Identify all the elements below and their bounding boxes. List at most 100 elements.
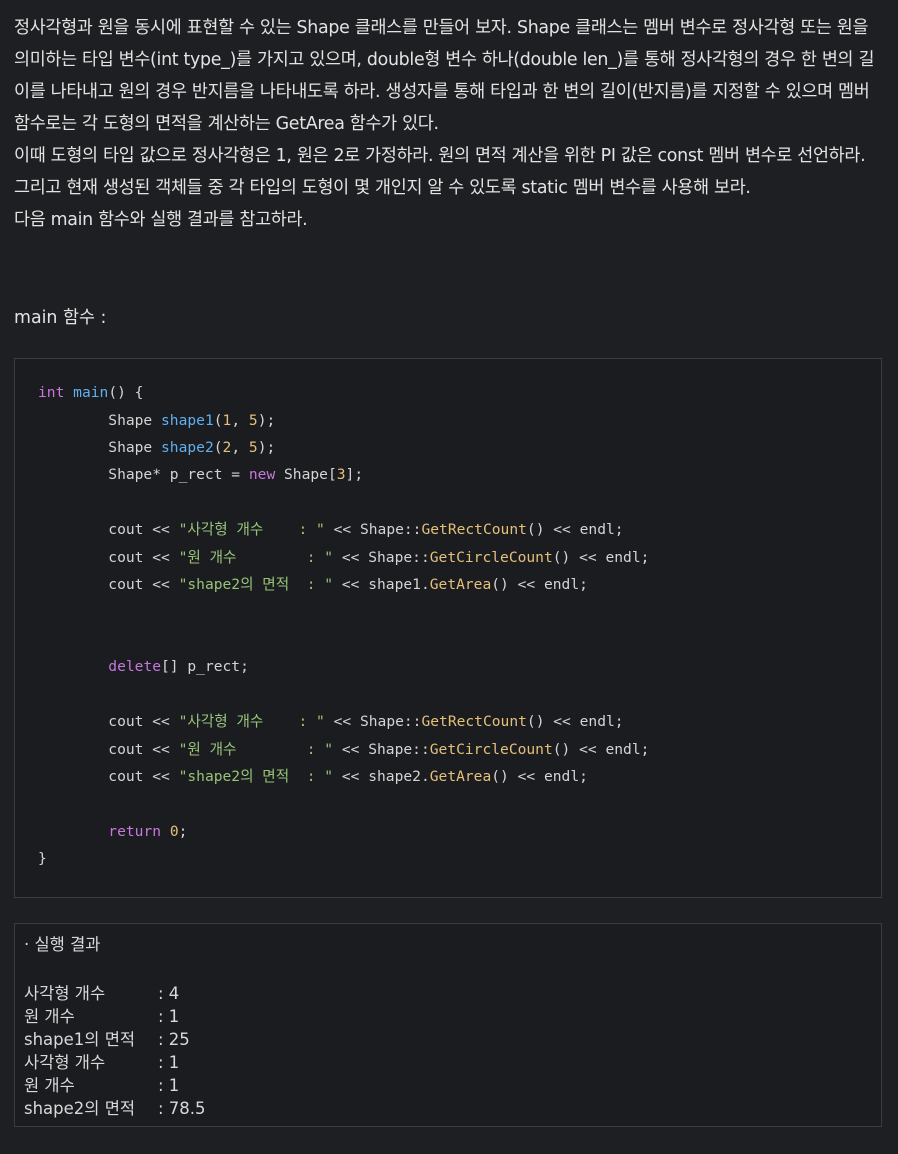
code-line: cout << "원 개수 : " << Shape::GetCircleCou… [38,548,649,568]
code-token: GetCircleCount [429,549,553,566]
problem-description: 정사각형과 원을 동시에 표현할 수 있는 Shape 클래스를 만들어 보자.… [14,12,884,236]
result-label: 원 개수 [24,1007,75,1026]
code-token: Shape[ [275,466,337,483]
code-token: cout << [38,576,179,593]
code-token: cout << [38,768,179,785]
code-token: () << endl; [491,576,588,593]
code-token: GetRectCount [421,521,527,538]
code-token: () << endl; [491,768,588,785]
code-token: cout << [38,741,179,758]
code-line: cout << "사각형 개수 : " << Shape::GetRectCou… [38,520,624,540]
main-function-label: main 함수 : [14,308,107,328]
code-token: ( [213,439,223,456]
result-value: : 78.5 [158,1099,206,1118]
code-token: GetRectCount [421,713,527,730]
code-token: ; [178,823,188,840]
code-token: << Shape:: [324,713,422,730]
code-token: cout << [38,713,179,730]
code-token: () << endl; [552,741,650,758]
description-paragraph-2: 이때 도형의 타입 값으로 정사각형은 1, 원은 2로 가정하라. 원의 면적… [14,146,866,198]
code-token: "원 개수 : " [178,741,334,758]
code-line: Shape shape1(1, 5); [38,411,275,431]
result-label: 사각형 개수 [24,984,106,1003]
result-row: 사각형 개수 : 4 [24,982,179,1005]
code-token: << Shape:: [333,549,430,566]
result-row: 사각형 개수 : 1 [24,1051,179,1074]
code-token: () << endl; [526,713,624,730]
code-line: int main() { [38,383,143,403]
code-token: return [108,823,162,840]
code-line: cout << "shape2의 면적 : " << shape2.GetAre… [38,767,588,787]
result-row: 원 개수 : 1 [24,1074,179,1097]
result-row: shape2의 면적 : 78.5 [24,1097,206,1120]
code-line: cout << "사각형 개수 : " << Shape::GetRectCou… [38,712,624,732]
code-token: ); [257,412,276,429]
code-token: shape1 [161,412,214,429]
result-value: : 1 [158,1007,180,1026]
result-value: : 1 [158,1076,180,1095]
code-token: Shape [38,439,162,456]
result-label: 사각형 개수 [24,1053,106,1072]
code-token: } [38,850,47,867]
code-token: GetArea [429,768,492,785]
description-paragraph-1: 정사각형과 원을 동시에 표현할 수 있는 Shape 클래스를 만들어 보자.… [14,18,875,134]
code-token: 2 [222,439,232,456]
result-value: : 25 [158,1030,190,1049]
code-token: ); [257,439,276,456]
code-token: 5 [248,412,258,429]
code-line: delete[] p_rect; [38,657,249,677]
code-token: "원 개수 : " [178,549,334,566]
code-token: 1 [222,412,232,429]
code-token: 0 [169,823,179,840]
result-row: 원 개수 : 1 [24,1005,179,1028]
code-content: int main() { Shape shape1(1, 5); Shape s… [38,383,649,867]
code-block: int main() { Shape shape1(1, 5); Shape s… [14,358,882,898]
code-token: "사각형 개수 : " [178,521,325,538]
code-token: 3 [336,466,346,483]
code-token: , [231,439,249,456]
code-line: return 0; [38,822,187,842]
code-token: new [248,466,276,483]
code-token: main [73,384,109,401]
code-token: "사각형 개수 : " [178,713,325,730]
execution-result-title: · 실행 결과 [24,935,101,954]
code-token: , [231,412,249,429]
code-token: << Shape:: [324,521,422,538]
code-token: cout << [38,521,179,538]
result-label: shape1의 면적 [24,1030,136,1049]
code-token: "shape2의 면적 : " [178,576,334,593]
result-value: : 4 [158,984,180,1003]
code-token: Shape [38,412,162,429]
code-token: Shape* p_rect = [38,466,249,483]
description-paragraph-3: 다음 main 함수와 실행 결과를 참고하라. [14,210,308,230]
code-token: delete [108,658,162,675]
code-token: GetCircleCount [429,741,553,758]
code-token: << shape2. [333,768,430,785]
code-token: << Shape:: [333,741,430,758]
code-token: ]; [345,466,364,483]
code-token: () << endl; [552,549,650,566]
code-token: 5 [248,439,258,456]
result-row: shape1의 면적 : 25 [24,1028,190,1051]
code-line: cout << "shape2의 면적 : " << shape1.GetAre… [38,575,588,595]
result-label: 원 개수 [24,1076,75,1095]
code-token: ( [213,412,223,429]
code-line: Shape* p_rect = new Shape[3]; [38,465,363,485]
execution-result-panel: · 실행 결과 사각형 개수 : 4 원 개수 : 1 shape1의 면적 : 25… [14,923,882,1127]
code-token: GetArea [429,576,492,593]
code-token: "shape2의 면적 : " [178,768,334,785]
code-token: shape2 [161,439,214,456]
code-line: Shape shape2(2, 5); [38,438,275,458]
result-value: : 1 [158,1053,180,1072]
code-token: << shape1. [333,576,430,593]
result-label: shape2의 면적 [24,1099,136,1118]
code-token: cout << [38,549,179,566]
code-token: int [38,384,65,401]
code-line: cout << "원 개수 : " << Shape::GetCircleCou… [38,740,649,760]
code-token: [] p_rect; [161,658,249,675]
code-token: () << endl; [526,521,624,538]
